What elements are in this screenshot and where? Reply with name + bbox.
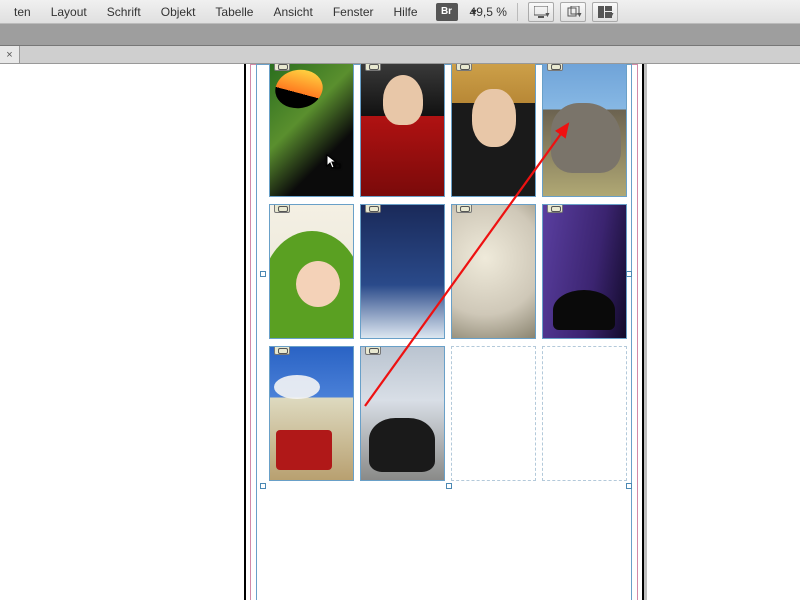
link-icon <box>365 204 381 213</box>
main-menubar: ten Layout Schrift Objekt Tabelle Ansich… <box>0 0 800 24</box>
link-icon <box>456 204 472 213</box>
link-icon <box>365 346 381 355</box>
placed-image <box>361 64 444 196</box>
image-frame-snow[interactable] <box>360 204 445 339</box>
menu-item-fenster[interactable]: Fenster <box>323 5 384 19</box>
menu-item-layout[interactable]: Layout <box>41 5 97 19</box>
bridge-button[interactable]: Br <box>436 3 458 21</box>
image-frame-motorcycle[interactable] <box>360 346 445 481</box>
selection-handle-e[interactable] <box>626 271 632 277</box>
empty-grid-cell[interactable] <box>451 346 536 481</box>
image-frame-toucan[interactable] <box>269 64 354 197</box>
image-frame-tractor[interactable] <box>269 346 354 481</box>
document-tabstrip: × <box>0 46 800 64</box>
menu-item-tabelle[interactable]: Tabelle <box>205 5 263 19</box>
chevron-down-icon: ▼ <box>576 12 583 19</box>
selection-handle-w[interactable] <box>260 271 266 277</box>
menu-item-objekt[interactable]: Objekt <box>151 5 206 19</box>
placed-image <box>452 205 535 338</box>
selection-handle-sw[interactable] <box>260 483 266 489</box>
image-frame-baby[interactable] <box>269 204 354 339</box>
empty-grid-cell[interactable] <box>542 346 627 481</box>
control-bar <box>0 24 800 46</box>
chevron-down-icon: ▼ <box>544 12 551 19</box>
placed-image <box>543 205 626 338</box>
placed-image <box>361 205 444 338</box>
link-icon <box>547 64 563 71</box>
arrange-button[interactable]: ▼ <box>560 2 586 22</box>
selection-handle-s[interactable] <box>446 483 452 489</box>
image-frame-drums[interactable] <box>542 204 627 339</box>
placed-image <box>270 64 353 196</box>
link-icon <box>365 64 381 71</box>
image-frame-blonde[interactable] <box>451 64 536 197</box>
link-icon <box>274 346 290 355</box>
chevron-down-icon: ▼ <box>608 12 615 19</box>
menu-item-schrift[interactable]: Schrift <box>97 5 151 19</box>
screen-mode-button[interactable]: ▼ <box>528 2 554 22</box>
placed-image <box>543 64 626 196</box>
separator <box>517 3 518 21</box>
placed-image <box>270 205 353 338</box>
link-icon <box>547 204 563 213</box>
zoom-level-dropdown[interactable]: 49,5 % ▼ <box>470 5 507 19</box>
link-icon <box>274 64 290 71</box>
menu-item-ansicht[interactable]: Ansicht <box>263 5 322 19</box>
image-frame-elephant[interactable] <box>542 64 627 197</box>
placed-image <box>452 64 535 196</box>
zoom-value: 49,5 % <box>470 5 507 19</box>
link-icon <box>456 64 472 71</box>
link-icon <box>274 204 290 213</box>
placed-image <box>361 347 444 480</box>
placed-image <box>270 347 353 480</box>
document-canvas[interactable] <box>0 64 800 600</box>
view-options-button[interactable]: ▼ <box>592 2 618 22</box>
menu-item-bearbeiten-partial[interactable]: ten <box>4 5 41 19</box>
selection-handle-se[interactable] <box>626 483 632 489</box>
menu-item-hilfe[interactable]: Hilfe <box>384 5 428 19</box>
image-frame-paw[interactable] <box>451 204 536 339</box>
image-frame-driver[interactable] <box>360 64 445 197</box>
close-tab-button[interactable]: × <box>0 46 20 63</box>
